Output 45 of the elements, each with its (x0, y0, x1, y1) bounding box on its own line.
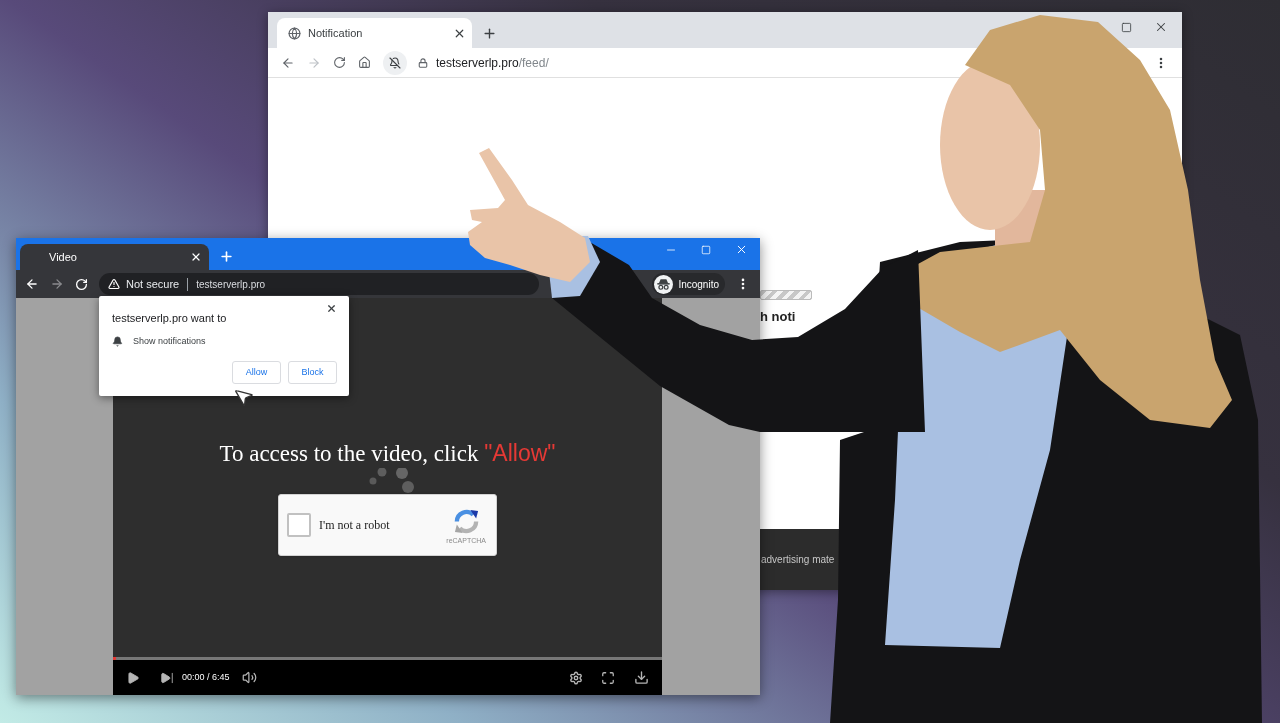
new-tab-icon[interactable] (482, 26, 497, 41)
new-tab-icon[interactable] (219, 249, 234, 264)
volume-icon[interactable] (241, 670, 257, 685)
time-display: 00:00 / 6:45 (182, 670, 230, 684)
browser-tab[interactable]: Video (20, 244, 209, 270)
globe-icon (288, 26, 301, 40)
address-field[interactable]: Not secure testserverlp.pro (99, 273, 539, 295)
popup-title: testserverlp.pro want to (112, 311, 228, 326)
close-icon[interactable] (326, 303, 337, 314)
captcha-checkbox[interactable] (287, 513, 311, 537)
play-icon[interactable] (126, 670, 140, 685)
notifications-blocked-icon[interactable] (383, 50, 407, 75)
maximize-icon[interactable] (1121, 21, 1132, 33)
lock-icon (418, 57, 428, 68)
reload-icon[interactable] (333, 56, 346, 69)
url-text: testserverlp.pro/feed/ (436, 54, 549, 72)
circular-arrows-icon (452, 507, 480, 535)
close-icon[interactable] (1154, 20, 1168, 34)
fullscreen-icon[interactable] (601, 670, 615, 685)
browser-tab[interactable]: Notification (277, 18, 472, 48)
tab-title: Notification (308, 25, 364, 41)
url-text: testserverlp.pro (196, 277, 266, 292)
security-label: Not secure (126, 276, 180, 292)
footer-text: advertising mate (761, 553, 835, 567)
permission-button[interactable]: Block (288, 361, 337, 384)
striped-bar (760, 290, 812, 300)
video-instruction: To access to the video, click "Allow" (219, 439, 556, 468)
home-icon[interactable] (358, 56, 371, 69)
tab-title: Video (49, 249, 78, 265)
back-icon[interactable] (25, 277, 39, 291)
incognito-label: Incognito (678, 277, 719, 292)
warning-icon (108, 278, 120, 290)
permission-button[interactable]: Allow (232, 361, 281, 384)
skip-forward-icon[interactable] (160, 670, 174, 685)
tab-close-icon[interactable] (190, 251, 202, 263)
page-heading: h noti (760, 308, 796, 326)
address-field[interactable]: testserverlp.pro/feed/ (383, 50, 923, 75)
incognito-indicator[interactable]: Incognito (652, 273, 725, 295)
incognito-icon (654, 274, 674, 294)
settings-icon[interactable] (569, 670, 583, 685)
back-icon[interactable] (281, 55, 295, 70)
permission-request: Show notifications (133, 334, 206, 348)
bell-icon (112, 335, 123, 347)
download-icon[interactable] (634, 670, 649, 685)
captcha-label: I'm not a robot (319, 517, 390, 534)
